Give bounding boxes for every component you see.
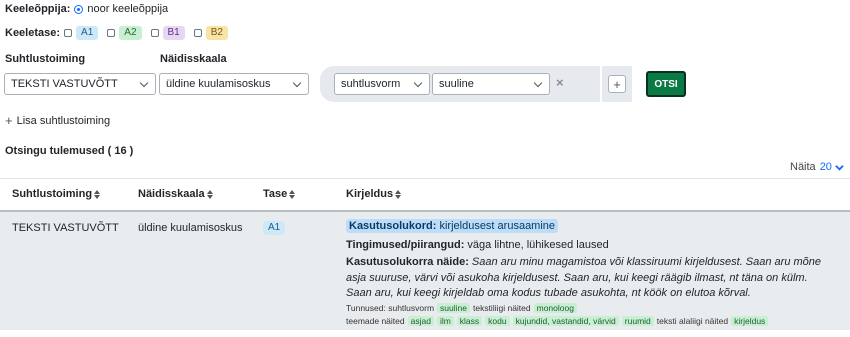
column-header-scale-label: Näidisskaala: [138, 188, 205, 200]
column-header-level-label: Tase: [263, 188, 288, 200]
level-badge-b2: B2: [205, 26, 228, 40]
sort-icon: [206, 189, 213, 199]
level-checkbox-a1[interactable]: [64, 29, 73, 37]
column-header-activity-label: Suhtlustoiming: [12, 188, 93, 200]
column-header-level[interactable]: Tase: [263, 188, 296, 200]
sort-icon: [395, 189, 402, 199]
row-level-badge: A1: [263, 221, 286, 235]
activity-label: Suhtlustoiming: [5, 53, 86, 65]
table-top-border: [0, 178, 850, 179]
examples-block: Kasutusolukorra näide: Saan aru minu mag…: [346, 255, 830, 302]
level-badge-b1: B1: [162, 26, 185, 40]
conditions-label: Tingimused/piirangud:: [346, 239, 465, 251]
text-type-tag: kirjeldus: [731, 316, 769, 326]
learner-filter: Keeleõppija: noor keeleõppija: [5, 2, 168, 16]
scale-select[interactable]: üldine kuulamisoskus: [159, 73, 309, 95]
scale-select-value: üldine kuulamisoskus: [166, 78, 271, 90]
column-header-description-label: Kirjeldus: [346, 188, 394, 200]
add-attribute-button[interactable]: +: [608, 75, 626, 93]
column-header-activity[interactable]: Suhtlustoiming: [12, 188, 101, 200]
topics-line: teemade näited asjad ilm klass kodu kuju…: [346, 316, 769, 326]
attribute-value-select[interactable]: suuline: [432, 73, 550, 95]
feature-tag: monoloog: [533, 303, 577, 313]
scale-label: Näidisskaala: [160, 53, 227, 65]
learner-label: Keeleõppija:: [5, 3, 71, 15]
row-activity: TEKSTI VASTUVÕTT: [12, 222, 119, 234]
conditions-line: Tingimused/piirangud: väga lihtne, lühik…: [346, 239, 609, 251]
topic-tag: ilm: [436, 316, 454, 326]
features-mid: tekstiliigi näited: [472, 303, 531, 313]
remove-attribute-icon[interactable]: ×: [556, 75, 564, 90]
per-page-control[interactable]: Näita 20: [790, 161, 844, 173]
chevron-down-icon: [533, 78, 543, 87]
situation-value: kirjeldusest arusaamine: [439, 220, 556, 232]
add-activity-label: Lisa suhtlustoiming: [16, 114, 111, 127]
search-button[interactable]: OTSI: [646, 71, 686, 97]
situation-label: Kasutusolukord:: [349, 220, 437, 232]
chevron-down-icon: [139, 78, 149, 87]
features-line: Tunnused: suhtlusvorm suuline tekstiliig…: [346, 303, 577, 313]
learner-option-label: noor keeleõppija: [87, 3, 169, 15]
chevron-down-icon: [292, 78, 302, 87]
situation-highlight: Kasutusolukord: kirjeldusest arusaamine: [346, 219, 559, 233]
attribute-value-select-value: suuline: [439, 78, 474, 90]
level-label: Keeletase:: [5, 27, 61, 39]
activity-select-value: TEKSTI VASTUVÕTT: [11, 78, 118, 90]
level-filter: Keeletase: A1 A2 B1 B2: [5, 26, 228, 40]
per-page-value: 20: [819, 161, 832, 173]
column-header-scale[interactable]: Näidisskaala: [138, 188, 213, 200]
topic-tag: klass: [456, 316, 483, 326]
examples-label: Kasutusolukorra näide:: [346, 256, 469, 268]
attribute-select[interactable]: suhtlusvorm: [334, 73, 430, 95]
activity-select[interactable]: TEKSTI VASTUVÕTT: [4, 73, 156, 95]
learner-radio[interactable]: [74, 4, 84, 14]
plus-icon: +: [5, 113, 13, 128]
row-scale: üldine kuulamisoskus: [138, 222, 243, 234]
features-prefix: Tunnused: suhtlusvorm: [346, 303, 435, 313]
text-type-prefix: teksti alaliigi näited: [656, 316, 729, 326]
sort-icon: [289, 189, 296, 199]
results-title: Otsingu tulemused ( 16 ): [5, 145, 134, 157]
level-checkbox-b2[interactable]: [193, 29, 202, 37]
feature-tag: suuline: [437, 303, 470, 313]
sort-icon: [94, 189, 101, 199]
level-checkbox-a2[interactable]: [107, 29, 116, 37]
column-header-description[interactable]: Kirjeldus: [346, 188, 402, 200]
topic-tag: ruumid: [621, 316, 654, 326]
topic-tag: kodu: [485, 316, 510, 326]
level-badge-a2: A2: [119, 26, 142, 40]
chevron-down-icon: [413, 78, 423, 87]
conditions-value: väga lihtne, lühikesed laused: [467, 239, 609, 251]
add-activity-link[interactable]: + Lisa suhtlustoiming: [5, 113, 110, 128]
level-checkbox-b1[interactable]: [150, 29, 159, 37]
level-badge-a1: A1: [76, 26, 99, 40]
attribute-select-value: suhtlusvorm: [341, 78, 401, 90]
topics-prefix: teemade näited: [346, 316, 405, 326]
per-page-label: Näita: [790, 161, 816, 173]
chevron-down-icon: [835, 164, 844, 171]
topic-tag: kujundid, vastandid, värvid: [512, 316, 619, 326]
topic-tag: asjad: [407, 316, 434, 326]
